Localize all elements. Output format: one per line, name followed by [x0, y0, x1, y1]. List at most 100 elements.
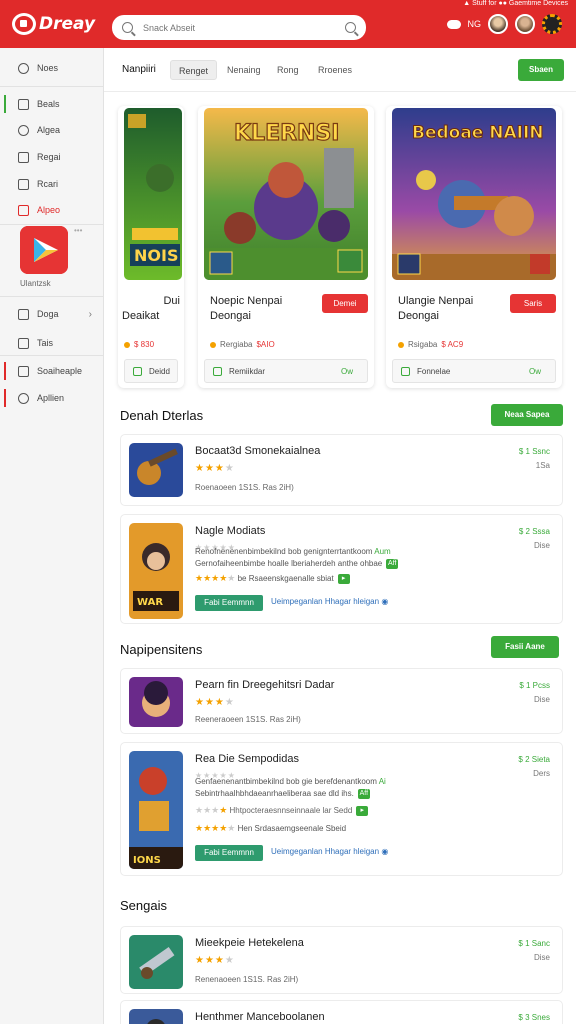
item-link[interactable]: Ueimpeganlan Hhagar hleigan ◉ [271, 597, 388, 606]
tile-more-dots[interactable]: ••• [74, 226, 82, 235]
section-action-button[interactable]: Neaa Sapea [491, 404, 563, 426]
item-price-value: $ 1 Pcss [519, 681, 550, 690]
list-item[interactable]: IONS Rea Die Sempodidas ★★★★★ Genfaenena… [120, 742, 563, 876]
item-price: $ 2 Sieta Ders [518, 753, 550, 781]
search-input[interactable] [143, 22, 335, 33]
card-footer[interactable]: Remiikdar Ow [204, 359, 368, 383]
tab-renget[interactable]: Renget [170, 60, 218, 80]
sidebar-item-tais[interactable]: Tais [0, 331, 104, 355]
item-name: Nagle Modiats [195, 525, 266, 537]
tab-rong[interactable]: Rong [269, 60, 307, 80]
sidebar-item-regai[interactable]: Regai [0, 145, 104, 169]
card-art-title: Bedoae NAIIN [412, 123, 544, 143]
search-icon [122, 22, 133, 33]
avatar-secondary[interactable] [515, 14, 535, 34]
section-action-button[interactable]: Fasii Aane [491, 636, 559, 658]
card-meta: Rsigaba $ AC9 [398, 340, 463, 349]
coin-icon [398, 341, 404, 348]
sidebar-item-soaiheaple[interactable]: Soaiheaple [0, 359, 104, 383]
card-title-line1: Noepic Nenpai [210, 295, 283, 307]
search-submit-icon[interactable] [345, 22, 356, 33]
sidebar-item-doga[interactable]: Doga › [0, 302, 104, 326]
sidebar-item-alpeo[interactable]: Alpeo [0, 198, 104, 222]
game-art-image: Bedoae NAIIN [392, 108, 556, 280]
featured-app-tile[interactable] [20, 226, 68, 274]
card-action-button[interactable]: Demei [322, 294, 368, 313]
sidebar-item-beals[interactable]: Beals [0, 92, 104, 116]
tile-label: Ulantzsk [20, 279, 51, 288]
card-price: $ 830 [134, 340, 155, 349]
sidebar-item-apllien[interactable]: Apllien [0, 386, 104, 410]
logo-mark-icon [12, 13, 36, 35]
list-item[interactable]: WAR Nagle Modiats ★★★★★ Renofnenenenbimb… [120, 514, 563, 624]
game-art-image: KLERNSI [204, 108, 368, 280]
card-footer[interactable]: Fonnelae Ow [392, 359, 556, 383]
card-footer-label: Deidd [149, 366, 170, 376]
card-action-button[interactable]: Saris [510, 294, 556, 313]
star-rating: ★★★★ [195, 823, 228, 833]
sidebar-item-noes[interactable]: Noes [0, 56, 104, 80]
user-label[interactable]: NG [468, 19, 482, 29]
app-logo[interactable]: Dreay [12, 13, 95, 35]
gear-icon[interactable] [542, 14, 562, 34]
card-meta: Rergiaba $AIO [210, 340, 275, 349]
item-price: $ 3 Snes [518, 1011, 550, 1024]
card-footer[interactable]: Deidd [124, 359, 178, 383]
item-price: $ 1 Sanc Dise [518, 937, 550, 965]
person-icon [18, 151, 29, 163]
item-description-text: Hen Srdasaemgseenale Sbeid [237, 824, 347, 833]
coin-icon [210, 341, 216, 348]
list-item[interactable]: Mieekpeie Hetekelena ★★★★ Renenaoeen 1S1… [120, 926, 563, 994]
item-link[interactable]: Ueimgeganlan Hhagar hleigan ◉ [271, 847, 388, 856]
card-meta-label: Rsigaba [408, 340, 438, 349]
flag-icon [18, 98, 29, 110]
item-price-sub: Ders [533, 769, 550, 778]
sidebar-item-rcari[interactable]: Rcari [0, 172, 104, 196]
search-bar[interactable] [112, 15, 366, 40]
checkbox-icon [133, 366, 142, 376]
card-title: Ulangie Nenpai Deongai [398, 294, 473, 324]
item-price-value: $ 3 Snes [518, 1013, 550, 1022]
checkbox-icon [213, 366, 222, 376]
list-item[interactable]: Henthmer Manceboolanen $ 3 Snes [120, 1000, 563, 1024]
item-description-text: be Rsaeenskgaenalle sbiat [237, 574, 334, 583]
chevron-right-icon: › [88, 308, 92, 320]
star-rating: ★★★★ [195, 573, 228, 583]
cloud-icon[interactable] [446, 19, 461, 29]
list-item[interactable]: Pearn fin Dreegehitsri Dadar ★★★★ Reener… [120, 668, 563, 734]
item-tag-button[interactable]: Fabi Eemmnn [195, 845, 263, 861]
card-price: $AIO [256, 340, 275, 349]
card-art-title: KLERNSI [234, 121, 339, 146]
item-price-value: $ 1 Sanc [518, 939, 550, 948]
item-description-text: Renofnenenenbimbekilnd bob genignterrtan… [195, 547, 373, 556]
list-item[interactable]: Bocaat3d Smonekaialnea ★★★★ Roenaoeen 1S… [120, 434, 563, 506]
card-title-line2: Deaikat [122, 310, 160, 322]
header-action-button[interactable]: Sbaen [518, 59, 564, 81]
badge-icon: ▸ [337, 573, 350, 584]
card-footer-right: Ow [341, 366, 353, 376]
badge-icon: ▸ [356, 805, 369, 816]
featured-card[interactable]: NOIS Dui Deaikat $ 830 Deidd [118, 106, 184, 388]
sidebar-item-algea[interactable]: Algea [0, 118, 104, 142]
sidebar-item-label: Apllien [37, 393, 65, 403]
game-thumbnail [129, 677, 183, 727]
star-rating: ★★★★ [195, 955, 235, 966]
avatar[interactable] [488, 14, 508, 34]
item-tag-button[interactable]: Fabi Eemmnn [195, 595, 263, 611]
clock-icon [18, 62, 29, 74]
svg-text:NOIS: NOIS [134, 246, 178, 265]
featured-card[interactable]: KLERNSI Noepic Nenpai Deongai Demei Rerg… [198, 106, 374, 388]
tab-rroenes[interactable]: Rroenes [310, 60, 360, 80]
tab-nenaing[interactable]: Nenaing [219, 60, 269, 80]
card-footer-label: Fonnelae [417, 366, 451, 376]
item-price-value: $ 1 Ssnc [518, 447, 550, 456]
tab-nanpiiri[interactable]: Nanpiiri [114, 60, 164, 80]
box-icon [18, 204, 29, 216]
item-description: Renofnenenenbimbekilnd bob genignterrtan… [195, 547, 391, 556]
card-title: Noepic Nenpai Deongai [210, 294, 282, 324]
featured-card[interactable]: Bedoae NAIIN Ulangie Nenpai Deongai Sari… [386, 106, 562, 388]
info-icon: ◉ [381, 597, 389, 606]
box-icon [18, 178, 29, 190]
item-name: Pearn fin Dreegehitsri Dadar [195, 679, 335, 691]
item-description-text: Sebintrhaalhbhdaeanrhaeliberaa sae dld i… [195, 789, 354, 799]
